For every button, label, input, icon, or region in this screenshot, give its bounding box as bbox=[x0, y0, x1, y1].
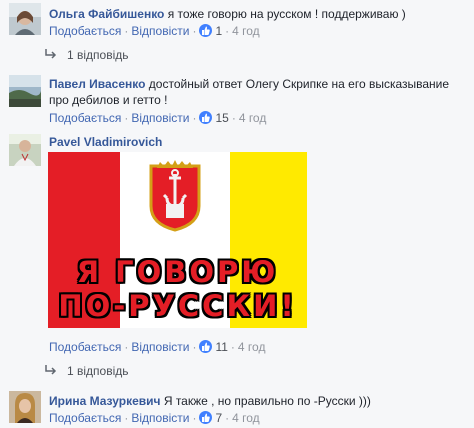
separator: · bbox=[192, 24, 197, 38]
separator: · bbox=[124, 24, 129, 38]
replies-count-label[interactable]: 1 відповідь bbox=[67, 48, 129, 62]
separator: · bbox=[124, 340, 129, 354]
comment-actions: Подобається · Відповісти · 11 · 4 год bbox=[49, 339, 265, 355]
reply-button[interactable]: Відповісти bbox=[131, 111, 189, 125]
replies-count-label[interactable]: 1 відповідь bbox=[67, 364, 129, 378]
separator: · bbox=[192, 411, 197, 425]
separator: · bbox=[225, 24, 230, 38]
reply-button[interactable]: Відповісти bbox=[131, 340, 189, 354]
separator: · bbox=[124, 411, 129, 425]
like-icon[interactable] bbox=[199, 411, 213, 424]
like-icon[interactable] bbox=[199, 24, 213, 37]
reply-arrow-icon bbox=[45, 363, 59, 379]
separator: · bbox=[192, 340, 197, 354]
view-replies-link[interactable]: 1 відповідь bbox=[45, 363, 129, 379]
separator: · bbox=[124, 111, 129, 125]
comment-actions: Подобається · Відповісти · 15 · 4 год bbox=[49, 110, 266, 126]
avatar[interactable] bbox=[9, 3, 41, 35]
image-caption-line2: ПО-РУССКИ! bbox=[58, 289, 297, 323]
view-replies-link[interactable]: 1 відповідь bbox=[45, 47, 129, 63]
comment-actions: Подобається · Відповісти · 1 · 4 год bbox=[49, 23, 260, 39]
like-button[interactable]: Подобається bbox=[49, 340, 121, 354]
like-button[interactable]: Подобається bbox=[49, 24, 121, 38]
avatar[interactable] bbox=[9, 391, 41, 423]
separator: · bbox=[230, 340, 235, 354]
comment-text: я тоже говорю на русском ! поддерживаю ) bbox=[167, 7, 406, 21]
avatar[interactable] bbox=[9, 134, 41, 166]
comment-text: Я также , но правильно по -Русски ))) bbox=[163, 394, 371, 408]
odessa-coat-of-arms-icon bbox=[148, 160, 202, 235]
separator: · bbox=[225, 411, 230, 425]
comment-author[interactable]: Pavel Vladimirovich bbox=[49, 135, 162, 149]
reply-arrow-icon bbox=[45, 47, 59, 63]
avatar[interactable] bbox=[9, 75, 41, 107]
comment-time[interactable]: 4 год bbox=[232, 411, 260, 425]
separator: · bbox=[231, 111, 236, 125]
image-caption-line1: Я ГОВОРЮ bbox=[76, 255, 279, 289]
comment-author[interactable]: Ольга Файбишенко bbox=[49, 7, 164, 21]
comment-author[interactable]: Павел Ивасенко bbox=[49, 77, 145, 91]
like-count[interactable]: 11 bbox=[215, 340, 227, 354]
attached-image[interactable]: Я ГОВОРЮ ПО-РУССКИ! bbox=[48, 152, 307, 328]
comment-time[interactable]: 4 год bbox=[239, 111, 267, 125]
comment-actions: Подобається · Відповісти · 7 · 4 год bbox=[49, 410, 260, 426]
like-button[interactable]: Подобається bbox=[49, 411, 121, 425]
reply-button[interactable]: Відповісти bbox=[131, 411, 189, 425]
like-icon[interactable] bbox=[199, 340, 213, 353]
separator: · bbox=[192, 111, 197, 125]
comment-author[interactable]: Ирина Мазуркевич bbox=[49, 394, 160, 408]
like-count[interactable]: 15 bbox=[215, 111, 228, 125]
comment-time[interactable]: 4 год bbox=[238, 340, 266, 354]
like-button[interactable]: Подобається bbox=[49, 111, 121, 125]
like-icon[interactable] bbox=[199, 111, 213, 124]
reply-button[interactable]: Відповісти bbox=[131, 24, 189, 38]
comment-time[interactable]: 4 год bbox=[232, 24, 260, 38]
